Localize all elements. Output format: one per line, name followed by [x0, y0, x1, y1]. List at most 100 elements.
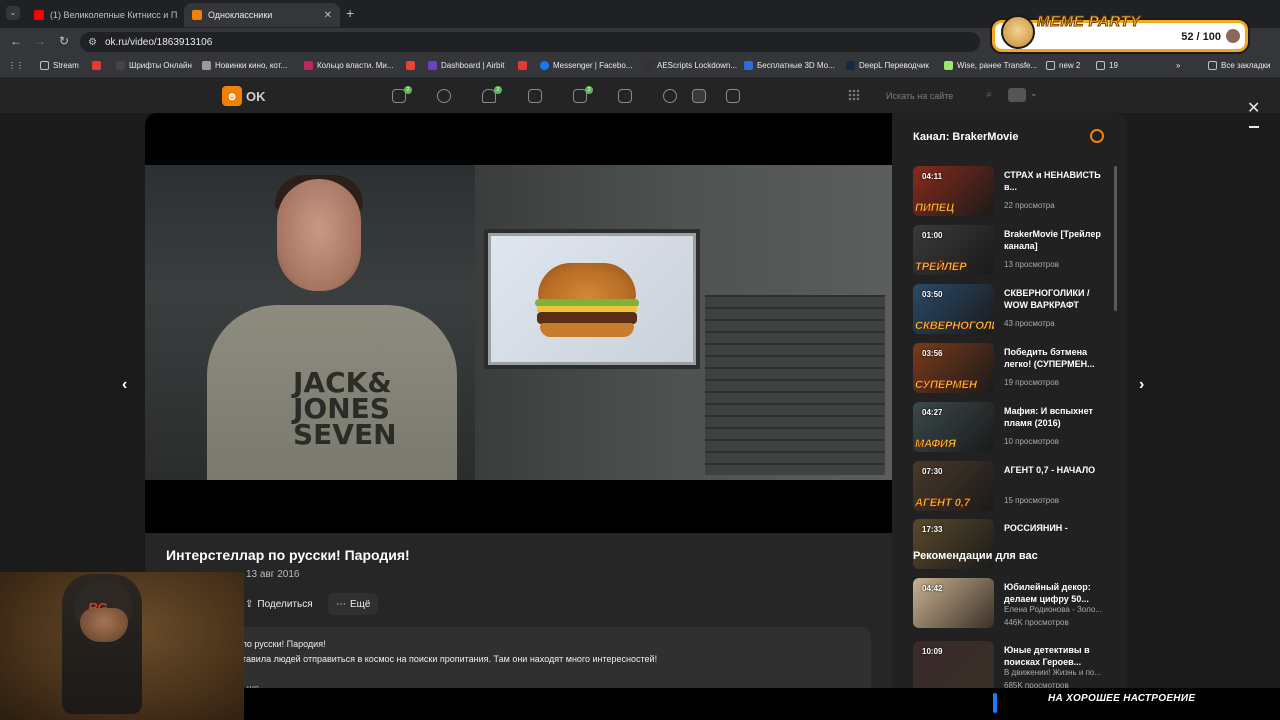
video-player-modal: JACK& JONES SEVEN Интерстеллар по русски… — [145, 113, 1127, 720]
games-icon[interactable] — [618, 89, 632, 103]
more-button[interactable]: ⋯ Ещё — [328, 593, 379, 615]
bookmark-deepl[interactable]: DeepL Переводчик — [846, 61, 929, 70]
channel-video-item[interactable]: 01:00 ТРЕЙЛЕР BrakerMovie [Трейлер канала]… — [913, 225, 1113, 277]
wise-icon — [944, 61, 953, 70]
bookmark-wise[interactable]: Wise, ранее Transfe... — [944, 61, 1037, 70]
video-item-views: 10 просмотров — [1004, 437, 1059, 446]
video-duration: 03:50 — [922, 290, 943, 299]
video-item-title[interactable]: АГЕНТ 0,7 - НАЧАЛО — [1004, 464, 1114, 476]
music-icon[interactable] — [663, 89, 677, 103]
burger-bottom-bun — [540, 323, 634, 337]
discussions-icon[interactable] — [437, 89, 451, 103]
bookmark-fonts[interactable]: Шрифты Онлайн — [116, 61, 192, 70]
apps-icon[interactable]: ⋮⋮ — [8, 61, 24, 70]
video-item-views: 15 просмотров — [1004, 496, 1059, 505]
bookmark-airbit[interactable]: Dashboard | Airbit — [428, 61, 504, 70]
video-frame[interactable]: JACK& JONES SEVEN — [145, 165, 892, 480]
video-item-author[interactable]: В движении! Жизнь и по... — [1004, 668, 1101, 677]
tab-list-chevron-icon[interactable]: ⌄ — [6, 6, 20, 20]
video-thumbnail[interactable]: 03:56 СУПЕРМЕН — [913, 343, 994, 393]
more-bookmarks-icon[interactable]: » — [1176, 61, 1180, 70]
video-item-title[interactable]: СТРАХ и НЕНАВИСТЬ в... — [1004, 169, 1114, 193]
video-item-title[interactable]: BrakerMovie [Трейлер канала] — [1004, 228, 1114, 252]
bookmark-stream[interactable]: Stream — [40, 61, 79, 70]
search-icon[interactable]: ⌕ — [986, 89, 992, 100]
prev-video-arrow-icon[interactable]: ‹ — [122, 376, 127, 394]
notifications-badge: 2 — [494, 86, 502, 94]
next-video-arrow-icon[interactable]: › — [1139, 376, 1144, 394]
video-player[interactable]: JACK& JONES SEVEN — [145, 113, 892, 533]
back-icon[interactable]: ← — [8, 34, 24, 48]
video-item-views: 19 просмотров — [1004, 378, 1059, 387]
video-thumbnail[interactable]: 04:27 МАФИЯ — [913, 402, 994, 452]
video-item-title[interactable]: Юные детективы в поисках Героев... — [1004, 644, 1114, 668]
reload-icon[interactable]: ↻ — [56, 34, 72, 48]
video-item-title[interactable]: Юбилейный декор: делаем цифру 50... — [1004, 581, 1114, 605]
bookmark-label: Бесплатные 3D Мо... — [757, 61, 835, 70]
control-panel — [705, 295, 885, 475]
video-item-title[interactable]: РОССИЯНИН - — [1004, 522, 1114, 534]
channel-title[interactable]: Канал: BrakerMovie — [913, 131, 1018, 143]
facebook-icon — [540, 61, 549, 70]
video-thumbnail[interactable]: 10:09 — [913, 641, 994, 691]
channel-video-item[interactable]: 04:11 ПИПЕЦ СТРАХ и НЕНАВИСТЬ в... 22 просм… — [913, 166, 1113, 218]
bookmark-label: Dashboard | Airbit — [441, 61, 505, 70]
close-tab-icon[interactable]: ✕ — [324, 10, 332, 21]
share-button[interactable]: ⇪ Поделиться — [239, 593, 319, 615]
minimize-player-icon[interactable] — [1249, 126, 1259, 128]
video-thumbnail[interactable]: 04:42 — [913, 578, 994, 628]
url-text: ok.ru/video/1863913106 — [104, 36, 213, 48]
site-info-icon[interactable]: ⚙ — [88, 37, 97, 48]
video-thumbnail[interactable]: 07:30 АГЕНТ 0,7 — [913, 461, 994, 511]
video-date: 13 авг 2016 — [246, 569, 300, 580]
video-icon[interactable] — [692, 89, 706, 103]
address-bar[interactable]: ⚙ ok.ru/video/1863913106 — [80, 32, 980, 52]
guests-icon[interactable] — [528, 89, 542, 103]
new-tab-button[interactable]: + — [346, 5, 354, 21]
ok-icon — [192, 10, 202, 20]
bookmark-messenger[interactable]: Messenger | Facebo... — [540, 61, 632, 70]
bookmark-ring[interactable]: Кольцо власти. Ми... — [304, 61, 394, 70]
video-item-title[interactable]: Победить бэтмена легко! (СУПЕРМЕН... — [1004, 346, 1114, 370]
all-bookmarks[interactable]: Все закладки — [1208, 61, 1270, 70]
bookmark-19[interactable]: 19 — [1096, 61, 1118, 70]
bookmark-youtube-2[interactable] — [518, 61, 527, 70]
tab-odnoklassniki[interactable]: Одноклассники ✕ — [184, 3, 340, 27]
3d-icon — [744, 61, 753, 70]
recommended-video-item[interactable]: 10:09 Юные детективы в поисках Героев... В… — [913, 641, 1113, 693]
channel-video-item[interactable]: 07:30 АГЕНТ 0,7 АГЕНТ 0,7 - НАЧАЛО 15 просм… — [913, 461, 1113, 513]
bookmark-new2[interactable]: new 2 — [1046, 61, 1080, 70]
ok-search-input[interactable]: Искать на сайте ⌕ — [880, 87, 1000, 105]
channel-video-item[interactable]: 03:56 СУПЕРМЕН Победить бэтмена легко! (СУ… — [913, 343, 1113, 395]
autoplay-icon[interactable] — [1090, 129, 1104, 143]
video-thumbnail[interactable]: 01:00 ТРЕЙЛЕР — [913, 225, 994, 275]
chevron-down-icon[interactable]: ⌄ — [1030, 88, 1038, 99]
streamer-webcam: RG — [0, 572, 244, 720]
sidebar-scrollbar[interactable] — [1114, 166, 1117, 311]
close-player-icon[interactable]: ✕ — [1247, 98, 1260, 118]
channel-video-item[interactable]: 17:33 РОССИЯНИН - — [913, 519, 1113, 571]
video-thumbnail[interactable]: 04:11 ПИПЕЦ — [913, 166, 994, 216]
bookmark-gmail[interactable] — [406, 61, 415, 70]
video-thumbnail[interactable]: 03:50 СКВЕРНОГОЛИКИ — [913, 284, 994, 334]
bookmark-3d[interactable]: Бесплатные 3D Мо... — [744, 61, 835, 70]
tab-kitniss[interactable]: (1) Великолепные Китнисс и П ✕ — [26, 3, 182, 27]
video-item-title[interactable]: Мафия: И вспыхнет пламя (2016) — [1004, 405, 1114, 429]
channel-video-item[interactable]: 04:27 МАФИЯ Мафия: И вспыхнет пламя (2016)… — [913, 402, 1113, 454]
bookmark-youtube[interactable] — [92, 61, 101, 70]
video-item-author[interactable]: Елена Родионова - Золо... — [1004, 605, 1102, 614]
video-duration: 07:30 — [922, 467, 943, 476]
ok-logo[interactable]: ꙩ OK — [222, 86, 266, 106]
hoodie-print: JACK& JONES SEVEN — [293, 366, 397, 451]
avatar[interactable] — [1008, 88, 1026, 102]
related-videos-sidebar: Канал: BrakerMovie 04:11 ПИПЕЦ СТРАХ и НЕН… — [892, 113, 1127, 720]
apps-grid-icon[interactable] — [848, 89, 860, 101]
bookmark-kino[interactable]: Новинки кино, кот... — [202, 61, 287, 70]
gifts-icon[interactable] — [726, 89, 740, 103]
bookmark-aescripts[interactable]: AEScripts Lockdown... — [644, 61, 737, 70]
recommended-video-item[interactable]: 04:42 Юбилейный декор: делаем цифру 50...… — [913, 578, 1113, 630]
forward-icon[interactable]: → — [32, 34, 48, 48]
channel-video-item[interactable]: 03:50 СКВЕРНОГОЛИКИ СКВЕРНОГОЛИКИ / WOW ВА… — [913, 284, 1113, 336]
video-item-title[interactable]: СКВЕРНОГОЛИКИ / WOW ВАРКРАФТ — [1004, 287, 1114, 311]
burger-bun — [538, 263, 636, 301]
